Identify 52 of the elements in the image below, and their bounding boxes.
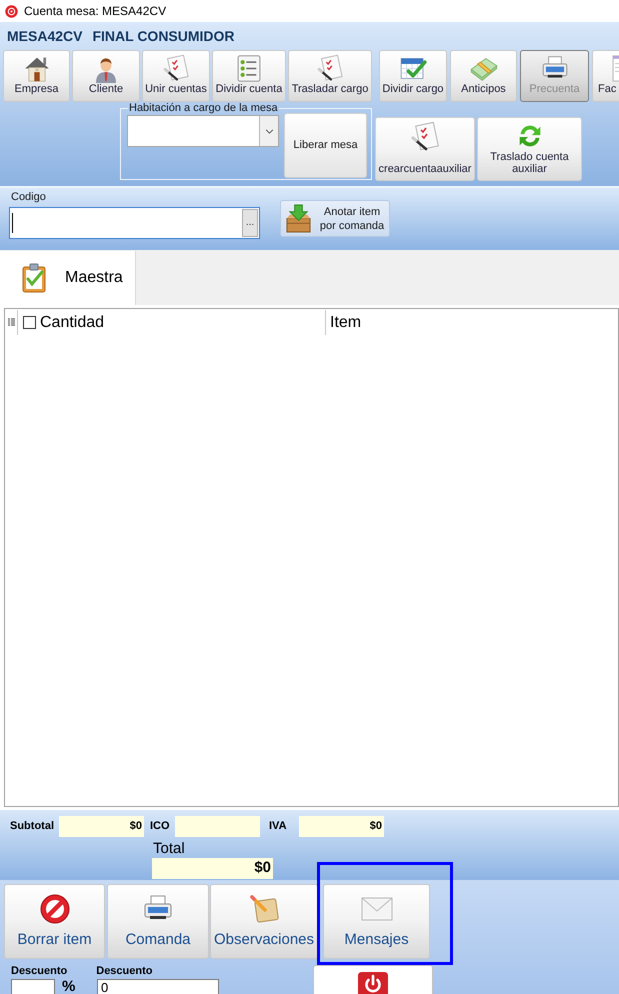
discount-field[interactable] bbox=[11, 979, 55, 994]
row-header-icon bbox=[8, 318, 14, 327]
unit-label: % bbox=[62, 979, 76, 994]
aux-account-button[interactable]: Traslado cuenta auxiliar bbox=[477, 117, 582, 181]
amount-field: $0 bbox=[299, 816, 384, 837]
discount-field[interactable]: 0 bbox=[97, 979, 219, 994]
toolbar-button[interactable]: Dividir cuenta bbox=[212, 50, 286, 102]
chevron-down-icon bbox=[264, 128, 274, 134]
toolbar-button[interactable]: Cliente bbox=[72, 50, 140, 102]
power-icon bbox=[358, 972, 388, 994]
select-all-checkbox[interactable] bbox=[23, 316, 36, 329]
total-field: $0 bbox=[152, 858, 273, 879]
notebook-icon bbox=[248, 893, 280, 925]
toolbar-button[interactable]: Trasladar cargo bbox=[288, 50, 372, 102]
action-button[interactable]: Comanda bbox=[107, 884, 209, 959]
group-label: Habitación a cargo de la mesa bbox=[128, 102, 279, 114]
column-header[interactable]: Item bbox=[330, 314, 362, 332]
action-button[interactable]: Observaciones bbox=[210, 884, 318, 959]
checklist-icon bbox=[409, 121, 441, 153]
action-button[interactable]: Mensajes bbox=[323, 884, 430, 959]
aux-account-button[interactable]: crearcuentaauxiliar bbox=[375, 117, 475, 181]
toolbar-button[interactable]: Unir cuentas bbox=[142, 50, 210, 102]
amount-field: $0 bbox=[59, 816, 144, 837]
total-label: Total bbox=[153, 839, 185, 858]
column-header[interactable]: Cantidad bbox=[40, 314, 104, 332]
toolbar-button[interactable]: Fac bbox=[592, 50, 619, 102]
app-icon bbox=[5, 4, 18, 18]
field-label: Descuento bbox=[11, 965, 68, 977]
clipboard-icon bbox=[22, 263, 46, 293]
action-button[interactable]: Borrar item bbox=[4, 884, 105, 959]
room-combobox[interactable] bbox=[127, 115, 279, 147]
window-title: Cuenta mesa: MESA42CV bbox=[24, 4, 166, 18]
field-label: Descuento bbox=[96, 965, 152, 977]
document-icon bbox=[612, 54, 619, 83]
envelope-icon bbox=[360, 897, 392, 921]
code-field[interactable]: ... bbox=[9, 207, 260, 239]
prohibited-icon bbox=[38, 893, 70, 925]
toolbar-button[interactable]: Empresa bbox=[3, 50, 70, 102]
browse-button[interactable]: ... bbox=[242, 209, 258, 237]
total-label: Subtotal bbox=[10, 819, 55, 834]
customer-name: FINAL CONSUMIDOR bbox=[92, 26, 235, 46]
box-arrow-icon bbox=[285, 203, 312, 234]
release-table-button[interactable]: Liberar mesa bbox=[284, 113, 367, 178]
toolbar-button[interactable]: Dividir cargo bbox=[379, 50, 447, 102]
field-label: Codigo bbox=[11, 191, 46, 203]
toolbar-button[interactable]: Anticipos bbox=[450, 50, 517, 102]
tab[interactable]: Maestra bbox=[0, 251, 136, 305]
add-item-button[interactable]: Anotar item por comanda bbox=[280, 200, 390, 237]
total-label: IVA bbox=[269, 819, 288, 834]
total-label: ICO bbox=[150, 819, 171, 834]
power-button[interactable] bbox=[313, 965, 433, 994]
table-code: MESA42CV bbox=[7, 26, 82, 46]
